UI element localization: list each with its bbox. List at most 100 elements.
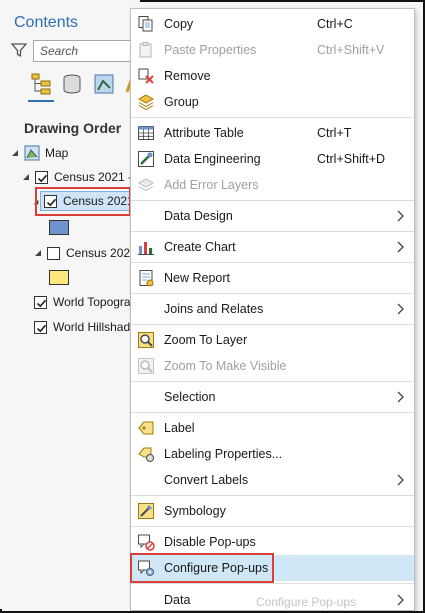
menu-label: Convert Labels	[164, 473, 249, 487]
chevron-right-icon	[397, 594, 404, 606]
menu-label: Labeling Properties...	[164, 447, 283, 461]
tree-label-world-topographic: World Topogra	[53, 295, 131, 309]
tree-label-census-group: Census 2021 -	[54, 170, 133, 184]
menu-label: Label	[164, 421, 195, 435]
chevron-right-icon	[397, 241, 404, 253]
caret-expanded-icon[interactable]	[33, 248, 43, 258]
visibility-checkbox[interactable]	[47, 246, 60, 260]
copy-icon	[138, 16, 153, 32]
highlight-box-configure-popups	[130, 553, 274, 583]
symbology-icon	[138, 503, 154, 519]
tree-label-world-hillshade: World Hillshad	[53, 320, 131, 334]
zoom-to-layer-icon	[138, 332, 154, 348]
visibility-checkbox[interactable]	[34, 320, 47, 334]
menu-separator	[131, 495, 414, 496]
highlight-box-layer	[35, 187, 131, 216]
group-layers-icon	[137, 94, 155, 111]
visibility-checkbox[interactable]	[35, 170, 48, 184]
menu-separator	[131, 324, 414, 325]
menu-label: Joins and Relates	[164, 302, 264, 316]
menu-label: Symbology	[164, 504, 226, 518]
menu-item-attribute-table[interactable]: Attribute Table Ctrl+T	[131, 120, 414, 146]
selection-icon[interactable]	[92, 72, 116, 96]
tree-label-census-second: Census 2021	[66, 246, 137, 260]
menu-label: Zoom To Make Visible	[164, 359, 287, 373]
menu-item-label[interactable]: Label	[131, 415, 414, 441]
menu-item-convert-labels[interactable]: Convert Labels	[131, 467, 414, 493]
menu-shortcut: Ctrl+Shift+V	[317, 43, 385, 57]
menu-label: Add Error Layers	[164, 178, 259, 192]
filter-icon[interactable]	[11, 42, 27, 58]
symbol-swatch-yellow[interactable]	[49, 270, 69, 285]
caret-expanded-icon[interactable]	[10, 148, 20, 158]
data-source-icon[interactable]	[60, 72, 84, 96]
check-icon	[36, 324, 47, 332]
menu-label: Paste Properties	[164, 43, 257, 57]
menu-label: Remove	[164, 69, 211, 83]
menu-label: Copy	[164, 17, 194, 31]
menu-label: Attribute Table	[164, 126, 244, 140]
menu-label: Data Engineering	[164, 152, 261, 166]
menu-item-new-report[interactable]: New Report	[131, 265, 414, 291]
visibility-checkbox[interactable]	[34, 295, 47, 309]
menu-item-remove[interactable]: Remove	[131, 63, 414, 89]
menu-separator	[131, 231, 414, 232]
tooltip: Configure Pop-ups	[256, 595, 357, 609]
menu-item-data-design[interactable]: Data Design	[131, 203, 414, 229]
menu-label: Data Design	[164, 209, 233, 223]
caret-expanded-icon[interactable]	[21, 172, 31, 182]
data-engineering-icon	[138, 151, 154, 167]
chevron-right-icon	[397, 391, 404, 403]
menu-separator	[131, 526, 414, 527]
menu-shortcut: Ctrl+Shift+D	[317, 152, 386, 166]
check-icon	[36, 299, 47, 307]
menu-label: Group	[164, 95, 199, 109]
search-input[interactable]	[34, 41, 142, 61]
table-icon	[138, 126, 154, 140]
tree-label-map: Map	[45, 146, 69, 160]
menu-separator	[131, 583, 414, 584]
menu-item-group[interactable]: Group	[131, 89, 414, 115]
menu-item-create-chart[interactable]: Create Chart	[131, 234, 414, 260]
menu-item-data-engineering[interactable]: Data Engineering Ctrl+Shift+D	[131, 146, 414, 172]
menu-shortcut: Ctrl+T	[317, 126, 352, 140]
tree-row-world-topographic[interactable]: World Topogra	[34, 292, 131, 312]
menu-label: Disable Pop-ups	[164, 535, 256, 549]
labeling-properties-icon	[138, 447, 154, 462]
remove-icon	[138, 68, 154, 84]
zoom-visible-icon	[138, 358, 154, 374]
chevron-right-icon	[397, 303, 404, 315]
menu-label: New Report	[164, 271, 230, 285]
menu-label: Data	[164, 593, 191, 607]
menu-shortcut: Ctrl+C	[317, 17, 353, 31]
label-icon	[138, 421, 154, 435]
menu-item-disable-popups[interactable]: Disable Pop-ups	[131, 529, 414, 555]
menu-separator	[131, 381, 414, 382]
menu-item-zoom-to-make-visible[interactable]: Zoom To Make Visible	[131, 353, 414, 379]
menu-item-selection[interactable]: Selection	[131, 384, 414, 410]
menu-item-joins-and-relates[interactable]: Joins and Relates	[131, 296, 414, 322]
menu-item-add-error-layers[interactable]: Add Error Layers	[131, 172, 414, 198]
drawing-order-icon[interactable]	[30, 72, 54, 96]
menu-item-paste-properties[interactable]: Paste Properties Ctrl+Shift+V	[131, 37, 414, 63]
tree-row-map[interactable]: Map	[10, 143, 68, 163]
search-box[interactable]	[33, 40, 143, 62]
tree-row-census-second[interactable]: Census 2021	[33, 243, 137, 263]
menu-item-symbology[interactable]: Symbology	[131, 498, 414, 524]
menu-item-zoom-to-layer[interactable]: Zoom To Layer	[131, 327, 414, 353]
menu-label: Zoom To Layer	[164, 333, 248, 347]
tree-row-world-hillshade[interactable]: World Hillshad	[34, 317, 130, 337]
menu-label: Create Chart	[164, 240, 236, 254]
menu-item-copy[interactable]: Copy Ctrl+C	[131, 11, 414, 37]
menu-label: Selection	[164, 390, 216, 404]
map-icon	[24, 145, 40, 161]
check-icon	[37, 174, 48, 182]
chevron-right-icon	[397, 474, 404, 486]
symbol-swatch-blue[interactable]	[49, 220, 69, 235]
menu-separator	[131, 117, 414, 118]
menu-item-labeling-properties[interactable]: Labeling Properties...	[131, 441, 414, 467]
menu-separator	[131, 412, 414, 413]
contents-pane: Contents Drawing Order Map	[0, 0, 143, 609]
tree-row-census-group[interactable]: Census 2021 -	[21, 167, 132, 187]
menu-separator	[131, 200, 414, 201]
